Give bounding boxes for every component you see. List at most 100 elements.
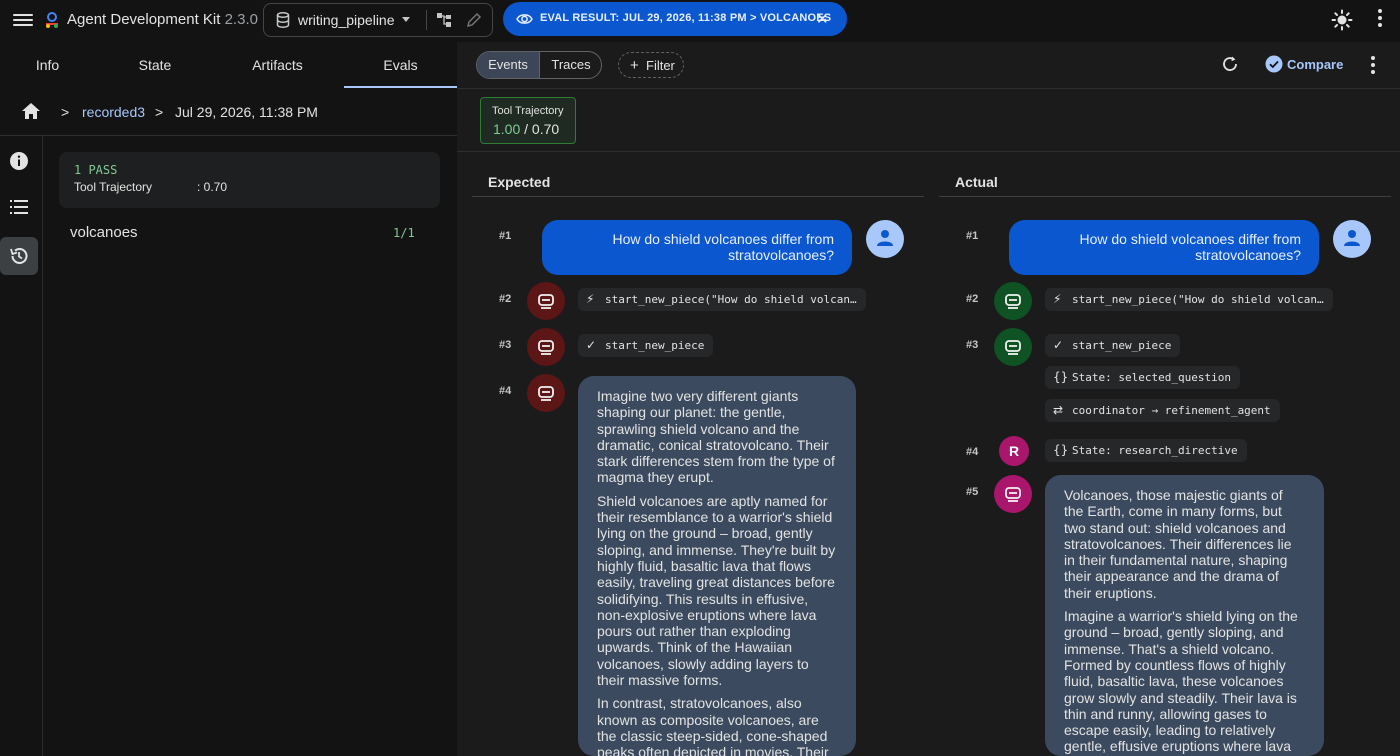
- agent-avatar: [994, 328, 1032, 366]
- braces-icon: {}: [1053, 370, 1069, 384]
- person-icon: [877, 230, 893, 246]
- transfer-icon: ⇄: [1053, 403, 1064, 417]
- breadcrumb-run-date: Jul 29, 2026, 11:38 PM: [175, 104, 318, 120]
- breadcrumb-separator: >: [61, 104, 70, 120]
- state-chip[interactable]: {} State: research_directive: [1045, 439, 1247, 462]
- state-chip[interactable]: {} State: selected_question: [1045, 366, 1240, 389]
- agent-response[interactable]: Imagine two very different giants shapin…: [578, 376, 856, 756]
- divider: [457, 88, 1400, 89]
- compare-button[interactable]: Compare: [1265, 55, 1343, 76]
- info-icon: [10, 152, 28, 170]
- event-index: #4: [966, 446, 979, 458]
- side-tabs: Info State Artifacts Evals: [0, 42, 457, 88]
- app-version: 2.3.0: [224, 11, 258, 28]
- graph-icon[interactable]: [436, 12, 452, 28]
- robot-icon: [1005, 294, 1021, 309]
- robot-icon: [538, 386, 554, 401]
- tab-evals[interactable]: Evals: [344, 42, 457, 88]
- response-paragraph: Shield volcanoes are aptly named for the…: [597, 492, 836, 689]
- braces-icon: {}: [1053, 443, 1069, 457]
- agent-avatar: [527, 282, 565, 320]
- tab-info[interactable]: Info: [0, 42, 95, 88]
- agent-avatar: [994, 282, 1032, 320]
- tool-trajectory-score: 1.00: [493, 121, 521, 137]
- user-avatar: [1333, 220, 1371, 258]
- event-index: #5: [966, 486, 979, 498]
- top-bar: Agent Development Kit 2.3.0 writing_pipe…: [0, 0, 1400, 42]
- state-chip-text: State: research_directive: [1072, 444, 1238, 457]
- function-call-text: start_new_piece("How do shield volcan…: [1072, 293, 1324, 306]
- agent-avatar: [527, 374, 565, 412]
- agent-avatar: R: [999, 436, 1029, 466]
- eval-case-count: 1/1: [393, 226, 415, 240]
- function-response-chip[interactable]: ✓ start_new_piece: [1045, 334, 1181, 357]
- event-index: #2: [966, 293, 979, 305]
- function-call-chip[interactable]: ⚡︎ start_new_piece("How do shield volcan…: [1045, 288, 1333, 311]
- actual-heading: Actual: [955, 174, 998, 190]
- plus-icon: +: [630, 57, 639, 74]
- pencil-icon[interactable]: [466, 12, 482, 28]
- app-title: Agent Development Kit 2.3.0: [67, 11, 258, 28]
- database-icon: [276, 12, 290, 28]
- tool-trajectory-label: Tool Trajectory: [492, 105, 564, 117]
- app-select-value: writing_pipeline: [298, 12, 395, 28]
- user-message[interactable]: How do shield volcanoes differ from stra…: [1009, 220, 1319, 275]
- function-response-text: start_new_piece: [605, 339, 705, 352]
- divider: [457, 151, 1400, 152]
- view-toggle: Events Traces: [476, 51, 602, 79]
- list-icon: [10, 200, 28, 214]
- close-icon[interactable]: ✕: [816, 10, 829, 28]
- history-icon: [10, 247, 28, 264]
- home-icon[interactable]: [21, 102, 41, 120]
- tab-traces[interactable]: Traces: [540, 52, 601, 78]
- rail-history-button[interactable]: [0, 237, 38, 275]
- event-index: #2: [499, 293, 512, 305]
- agent-response[interactable]: Volcanoes, those majestic giants of the …: [1045, 475, 1324, 756]
- response-paragraph: Volcanoes, those majestic giants of the …: [1064, 487, 1292, 601]
- app-selector[interactable]: writing_pipeline: [263, 3, 493, 37]
- left-panel: Info State Artifacts Evals > recorded3 >…: [0, 42, 457, 756]
- app-name: Agent Development Kit: [67, 11, 221, 28]
- eval-summary-card: 1 PASS Tool Trajectory : 0.70: [59, 152, 440, 208]
- eval-result-chip[interactable]: EVAL RESULT: JUL 29, 2026, 11:38 PM > VO…: [503, 2, 847, 36]
- chevron-down-icon: [402, 17, 410, 22]
- function-response-chip[interactable]: ✓ start_new_piece: [578, 334, 714, 357]
- user-message[interactable]: How do shield volcanoes differ from stra…: [542, 220, 852, 275]
- tab-artifacts[interactable]: Artifacts: [215, 42, 340, 88]
- more-vert-icon[interactable]: [1370, 55, 1376, 75]
- sun-icon[interactable]: [1331, 9, 1353, 31]
- filter-button[interactable]: + Filter: [618, 52, 684, 78]
- check-circle-icon: [1265, 55, 1283, 73]
- robot-icon: [538, 294, 554, 309]
- person-icon: [1344, 230, 1360, 246]
- metric-value: : 0.70: [197, 180, 228, 194]
- function-call-chip[interactable]: ⚡︎ start_new_piece("How do shield volcan…: [578, 288, 866, 311]
- response-paragraph: In contrast, stratovolcanoes, also known…: [597, 695, 829, 756]
- event-index: #1: [966, 230, 979, 242]
- event-index: #1: [499, 230, 512, 242]
- breadcrumb: > recorded3 > Jul 29, 2026, 11:38 PM: [0, 88, 457, 136]
- function-response-text: start_new_piece: [1072, 339, 1172, 352]
- menu-icon[interactable]: [13, 11, 33, 31]
- robot-icon: [538, 340, 554, 355]
- user-avatar: [866, 220, 904, 258]
- breadcrumb-eval-set-link[interactable]: recorded3: [82, 104, 145, 120]
- tool-trajectory-threshold: / 0.70: [524, 121, 560, 137]
- expected-heading: Expected: [488, 174, 551, 190]
- tab-state[interactable]: State: [95, 42, 215, 88]
- transfer-chip[interactable]: ⇄ coordinator → refinement_agent: [1045, 399, 1280, 422]
- divider: [939, 196, 1391, 197]
- breadcrumb-separator: >: [155, 104, 164, 120]
- tool-trajectory-card: Tool Trajectory 1.00 / 0.70: [480, 97, 576, 144]
- tab-events[interactable]: Events: [477, 52, 540, 78]
- rail-info-button[interactable]: [0, 142, 38, 180]
- response-paragraph: Imagine two very different giants shapin…: [597, 388, 835, 486]
- refresh-icon[interactable]: [1221, 55, 1239, 73]
- check-icon: ✓: [1053, 338, 1064, 352]
- filter-label: Filter: [646, 58, 675, 73]
- robot-icon: [1005, 340, 1021, 355]
- agent-avatar: [527, 328, 565, 366]
- eval-case-name[interactable]: volcanoes: [70, 224, 138, 241]
- more-vert-icon[interactable]: [1377, 8, 1383, 28]
- rail-list-button[interactable]: [0, 189, 38, 227]
